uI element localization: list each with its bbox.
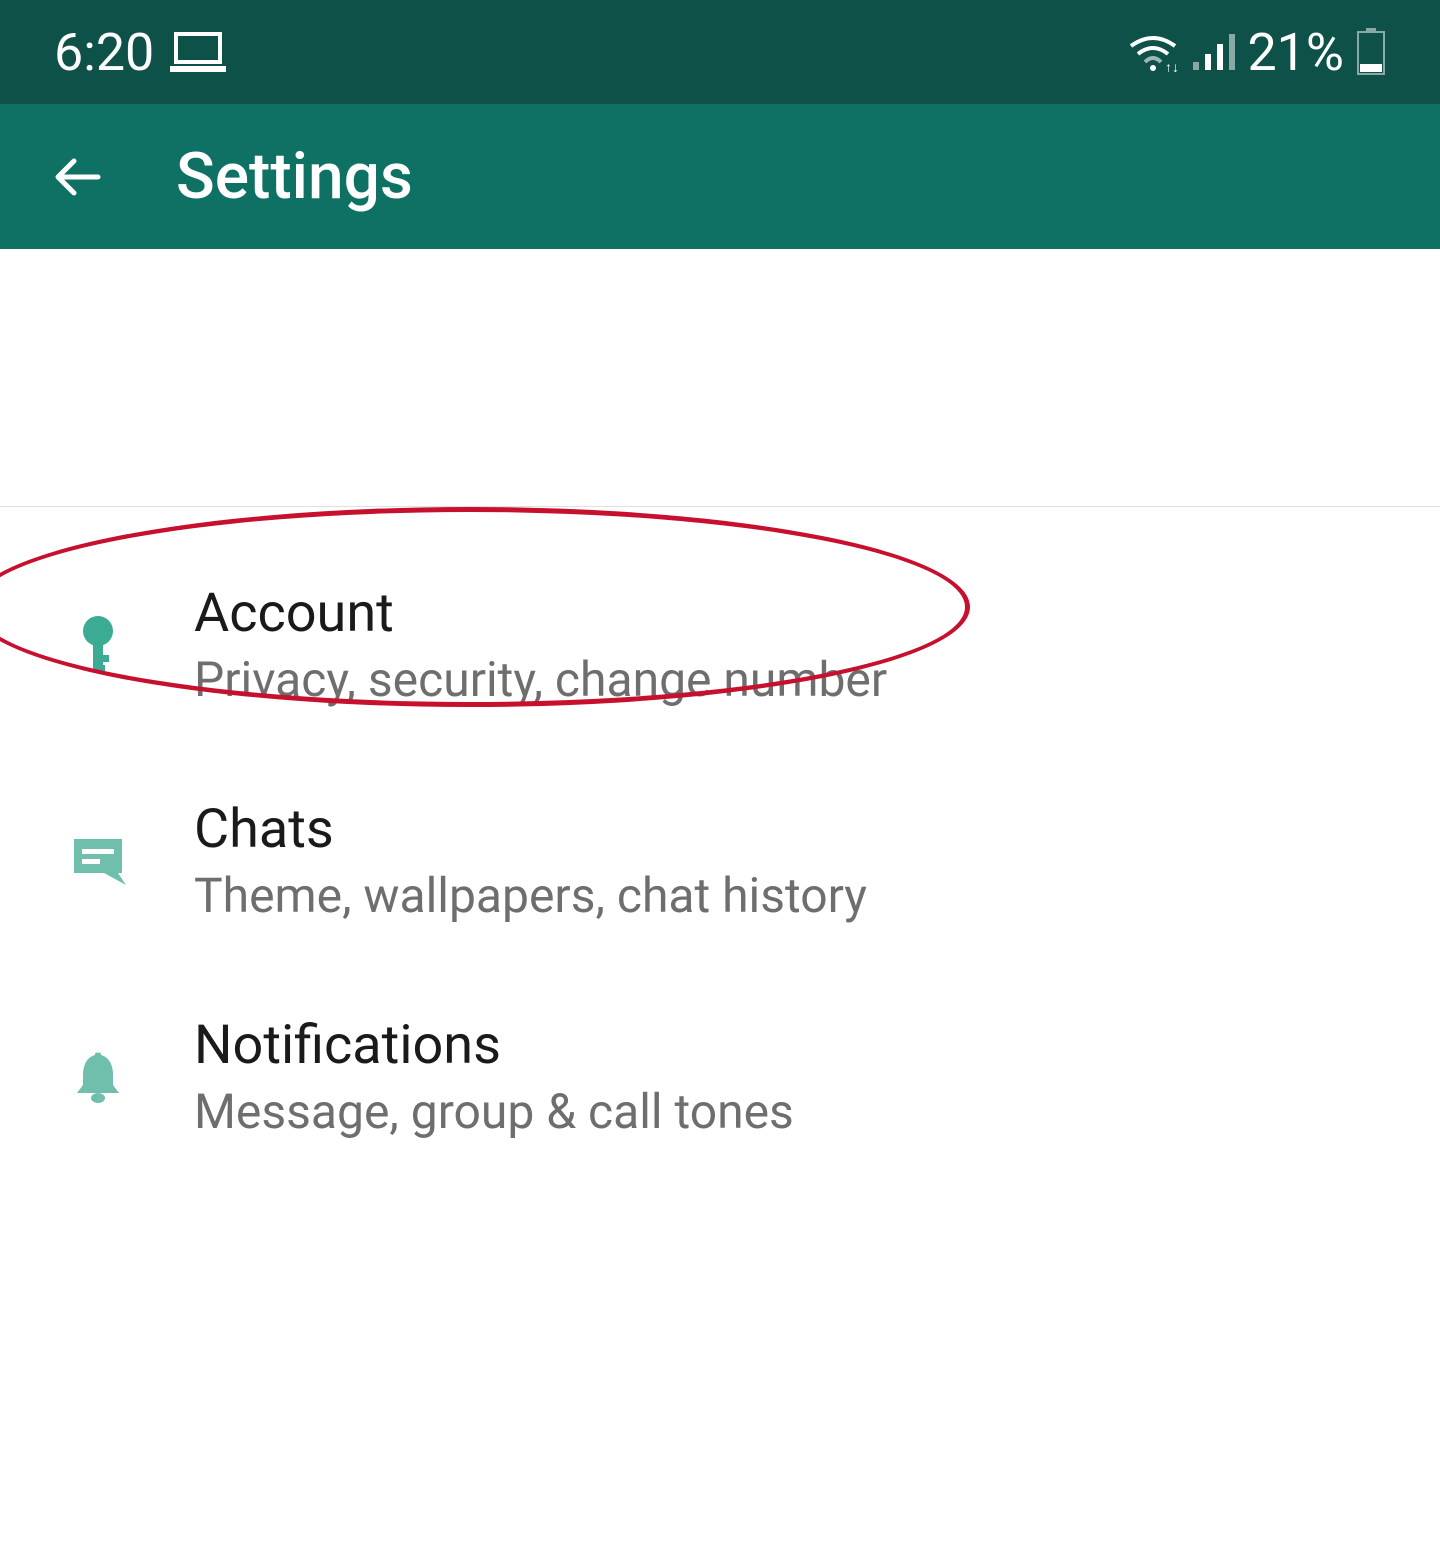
back-button[interactable] (50, 149, 106, 205)
svg-text:↑↓: ↑↓ (1165, 60, 1179, 72)
setting-text: Account Privacy, security, change number (194, 582, 887, 708)
laptop-icon (170, 30, 226, 74)
status-left: 6:20 (54, 22, 226, 83)
setting-title: Notifications (194, 1014, 794, 1077)
setting-title: Account (194, 582, 887, 645)
status-right: ↑↓ 21% (1127, 22, 1386, 83)
setting-title: Chats (194, 798, 867, 861)
wifi-icon: ↑↓ (1127, 32, 1179, 72)
status-time: 6:20 (54, 22, 154, 83)
bell-icon (70, 1049, 126, 1105)
settings-list: Account Privacy, security, change number… (0, 507, 1440, 1215)
setting-text: Notifications Message, group & call tone… (194, 1014, 794, 1140)
battery-icon (1356, 28, 1386, 76)
setting-subtitle: Message, group & call tones (194, 1083, 794, 1140)
key-icon (70, 617, 126, 673)
setting-item-account[interactable]: Account Privacy, security, change number (0, 537, 1440, 753)
battery-percent: 21% (1247, 22, 1344, 83)
app-bar: Settings (0, 104, 1440, 249)
setting-subtitle: Theme, wallpapers, chat history (194, 867, 867, 924)
profile-section[interactable] (0, 249, 1440, 507)
signal-icon (1191, 32, 1235, 72)
page-title: Settings (176, 139, 413, 214)
status-bar: 6:20 ↑↓ 21% (0, 0, 1440, 104)
setting-item-notifications[interactable]: Notifications Message, group & call tone… (0, 969, 1440, 1185)
setting-subtitle: Privacy, security, change number (194, 651, 887, 708)
setting-item-chats[interactable]: Chats Theme, wallpapers, chat history (0, 753, 1440, 969)
setting-text: Chats Theme, wallpapers, chat history (194, 798, 867, 924)
chat-icon (70, 833, 126, 889)
